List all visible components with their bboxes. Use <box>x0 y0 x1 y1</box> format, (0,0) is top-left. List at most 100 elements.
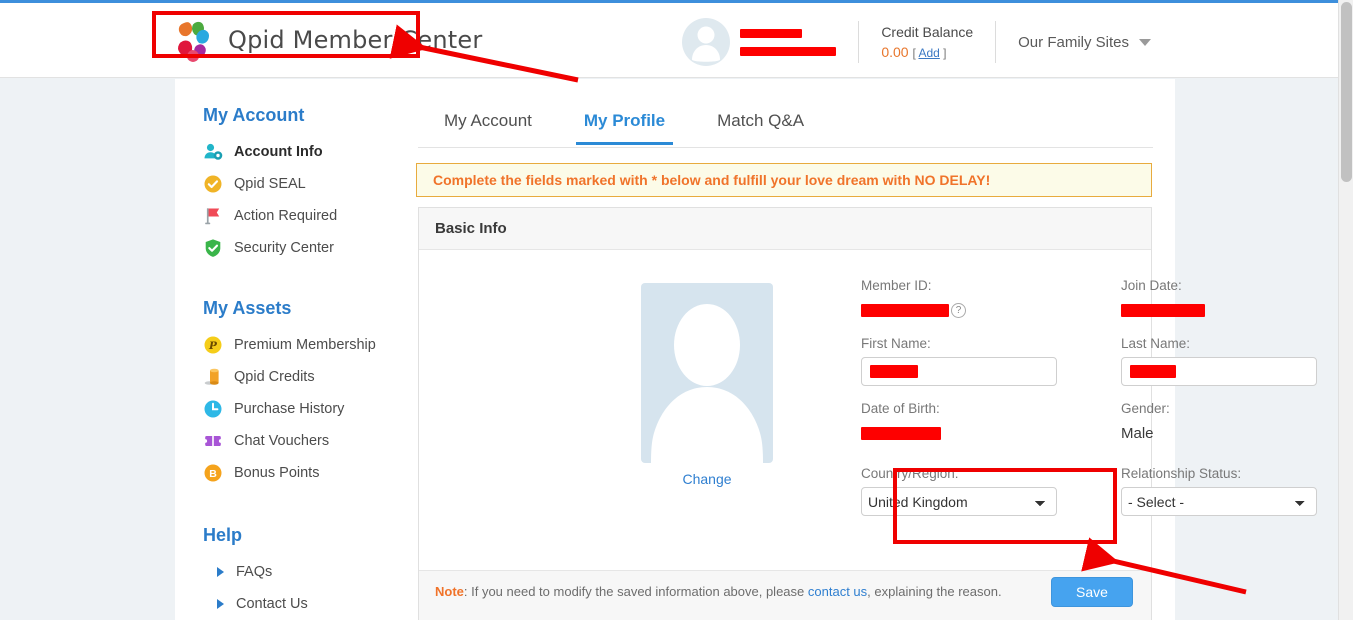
last-name-input[interactable] <box>1121 357 1317 386</box>
gender-label: Gender: <box>1121 401 1170 416</box>
credit-balance-label: Credit Balance <box>881 24 974 40</box>
first-name-label: First Name: <box>861 336 931 351</box>
sidebar-section-title-my-assets: My Assets <box>203 298 292 318</box>
basic-info-title: Basic Info <box>419 208 1151 250</box>
complete-fields-alert: Complete the fields marked with * below … <box>416 163 1152 197</box>
user-account-cell[interactable] <box>660 18 858 66</box>
vertical-scrollbar-thumb[interactable] <box>1341 2 1352 182</box>
field-first-name: First Name: <box>861 336 1057 386</box>
country-region-label: Country/Region: <box>861 466 959 481</box>
sidebar-item-premium-membership[interactable]: P Premium Membership <box>203 329 418 361</box>
qpid-flower-logo-icon <box>178 21 209 62</box>
sidebar-item-label: Bonus Points <box>234 465 320 481</box>
chevron-down-icon <box>1139 38 1151 46</box>
ticket-icon <box>203 436 223 446</box>
coins-icon <box>204 368 219 385</box>
sidebar-item-label: Qpid SEAL <box>234 176 306 192</box>
field-row-2: First Name: Last Name: <box>861 336 1331 386</box>
profile-tabs: My Account My Profile Match Q&A <box>418 103 1153 148</box>
svg-text:P: P <box>208 340 218 352</box>
bonus-b-badge-icon: B <box>204 464 222 482</box>
username-redacted <box>740 28 837 56</box>
user-avatar-icon <box>692 26 721 62</box>
tab-my-profile[interactable]: My Profile <box>558 103 691 145</box>
shield-check-green-icon <box>205 239 221 257</box>
avatar <box>682 18 731 66</box>
join-date-label: Join Date: <box>1121 278 1182 293</box>
sidebar-item-action-required[interactable]: Action Required <box>203 200 418 232</box>
sidebar: My Account Account Info Qpid SEAL Action… <box>203 105 418 620</box>
credit-balance-value-row: 0.00 [ Add ] <box>881 44 973 60</box>
field-last-name: Last Name: <box>1121 336 1317 386</box>
header-right-group: Credit Balance 0.00 [ Add ] Our Family S… <box>660 13 1173 71</box>
note-body-1: : If you need to modify the saved inform… <box>463 584 808 599</box>
sidebar-item-account-info[interactable]: Account Info <box>203 136 418 168</box>
sidebar-item-label: Contact Us <box>236 596 308 612</box>
sidebar-item-label: FAQs <box>236 564 273 580</box>
date-of-birth-label: Date of Birth: <box>861 401 940 416</box>
sidebar-item-contact-us[interactable]: Contact Us <box>203 588 418 620</box>
tab-my-account[interactable]: My Account <box>418 103 558 144</box>
profile-photo-placeholder[interactable] <box>641 283 773 463</box>
credit-balance-cell: Credit Balance 0.00 [ Add ] <box>859 20 995 64</box>
note-body-2: , explaining the reason. <box>867 584 1002 599</box>
credit-add-open: [ <box>912 46 916 60</box>
country-region-select[interactable]: United Kingdom <box>861 487 1057 516</box>
content-shell: My Account Account Info Qpid SEAL Action… <box>175 79 1317 620</box>
relationship-status-select[interactable]: - Select - <box>1121 487 1317 516</box>
brand-title: Qpid Member Center <box>228 26 483 54</box>
sidebar-item-label: Premium Membership <box>234 337 376 353</box>
tab-match-qa[interactable]: Match Q&A <box>691 103 830 144</box>
first-name-input[interactable] <box>861 357 1057 386</box>
sidebar-item-purchase-history[interactable]: Purchase History <box>203 393 418 425</box>
red-flag-icon <box>205 208 220 225</box>
page-root: Qpid Member Center Credit Balance 0.00 [… <box>0 0 1353 620</box>
sidebar-item-security-center[interactable]: Security Center <box>203 232 418 264</box>
credit-add-link[interactable]: Add <box>918 46 939 60</box>
brand-logo-title[interactable]: Qpid Member Center <box>170 17 482 63</box>
basic-info-body: Change Member ID: ? Join Date: First Nam… <box>419 250 1317 572</box>
save-button[interactable]: Save <box>1051 577 1133 607</box>
member-id-label: Member ID: <box>861 278 932 293</box>
family-sites-label: Our Family Sites <box>1018 33 1129 51</box>
sidebar-section-title-help: Help <box>203 525 243 545</box>
contact-us-link[interactable]: contact us <box>808 584 867 599</box>
sidebar-item-label: Action Required <box>234 208 338 224</box>
gender-value: Male <box>1121 424 1154 442</box>
field-relationship-status: Relationship Status: - Select - <box>1121 466 1317 516</box>
check-circle-yellow-icon <box>204 175 222 193</box>
panel-footer: Note: If you need to modify the saved in… <box>419 570 1151 620</box>
last-name-label: Last Name: <box>1121 336 1191 351</box>
field-member-id: Member ID: ? <box>861 278 1057 321</box>
basic-info-fields: Member ID: ? Join Date: First Name: Last… <box>861 278 1331 516</box>
triangle-right-icon <box>217 567 224 577</box>
sidebar-item-qpid-seal[interactable]: Qpid SEAL <box>203 168 418 200</box>
vertical-scrollbar[interactable] <box>1338 0 1353 620</box>
question-mark-icon[interactable]: ? <box>951 302 966 318</box>
sidebar-item-label: Qpid Credits <box>234 369 315 385</box>
sidebar-item-label: Chat Vouchers <box>234 433 330 449</box>
credit-add-wrap: [ Add ] <box>912 46 946 60</box>
relationship-status-label: Relationship Status: <box>1121 466 1242 481</box>
field-row-3: Date of Birth: Gender: Male <box>861 401 1331 444</box>
field-date-of-birth: Date of Birth: <box>861 401 1057 444</box>
svg-text:B: B <box>209 468 217 480</box>
basic-info-panel: Basic Info Change Member ID: ? Join Date… <box>418 207 1317 620</box>
change-photo-link[interactable]: Change <box>641 471 773 487</box>
sidebar-item-label: Security Center <box>234 240 334 256</box>
field-row-4: Country/Region: United Kingdom Relations… <box>861 466 1331 516</box>
sidebar-section-title-my-account: My Account <box>203 105 305 125</box>
sidebar-item-chat-vouchers[interactable]: Chat Vouchers <box>203 425 418 457</box>
triangle-right-icon <box>217 599 224 609</box>
clock-icon <box>204 400 222 418</box>
premium-p-badge-icon: P <box>204 336 222 354</box>
sidebar-item-bonus-points[interactable]: B Bonus Points <box>203 457 418 489</box>
credit-add-close: ] <box>943 46 947 60</box>
member-id-value: ? <box>861 299 1057 321</box>
user-gear-icon <box>204 143 223 160</box>
sidebar-item-faqs[interactable]: FAQs <box>203 556 418 588</box>
family-sites-menu[interactable]: Our Family Sites <box>996 20 1173 64</box>
sidebar-item-qpid-credits[interactable]: Qpid Credits <box>203 361 418 393</box>
note-prefix: Note <box>435 584 464 599</box>
field-join-date: Join Date: <box>1121 278 1317 321</box>
